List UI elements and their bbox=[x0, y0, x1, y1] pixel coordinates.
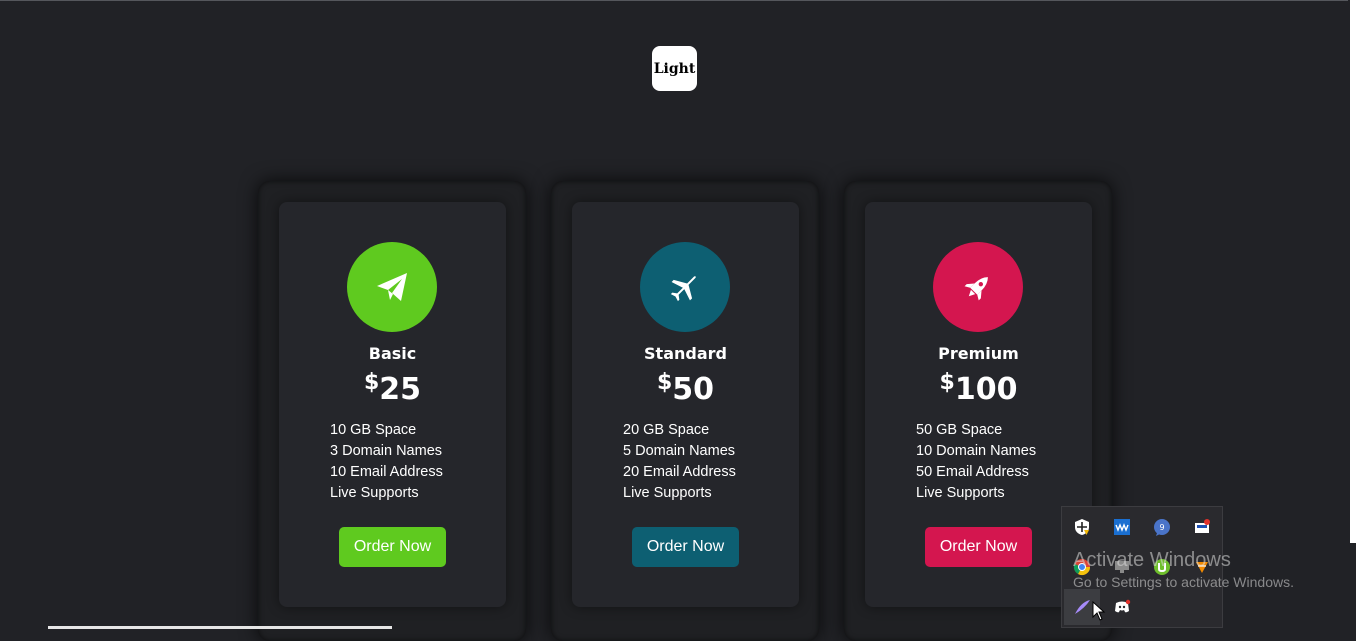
vertical-scrollbar[interactable] bbox=[1348, 0, 1356, 629]
price-amount: 100 bbox=[954, 372, 1018, 407]
chat-badge-count: 9 bbox=[1159, 523, 1164, 532]
order-now-button[interactable]: Order Now bbox=[632, 527, 739, 567]
plan-name: Basic bbox=[368, 344, 417, 363]
feature-list: 10 GB Space 3 Domain Names 10 Email Addr… bbox=[330, 420, 443, 504]
rocket-icon bbox=[964, 277, 988, 301]
feature-list: 20 GB Space 5 Domain Names 20 Email Addr… bbox=[623, 420, 736, 504]
order-now-button[interactable]: Order Now bbox=[339, 527, 446, 567]
plan-icon-badge bbox=[347, 242, 437, 332]
pricing-card-standard: Standard $50 20 GB Space 5 Domain Names … bbox=[551, 181, 819, 641]
airplane-icon bbox=[670, 276, 696, 302]
feature-item: 10 Email Address bbox=[330, 464, 443, 480]
feature-item: 3 Domain Names bbox=[330, 443, 443, 459]
plan-name: Premium bbox=[938, 344, 1019, 363]
paper-plane-icon bbox=[377, 273, 407, 301]
feature-item: 50 Email Address bbox=[916, 464, 1029, 480]
pricing-card-body: Standard $50 20 GB Space 5 Domain Names … bbox=[572, 202, 799, 607]
price-currency: $ bbox=[939, 370, 955, 395]
mouse-cursor-icon bbox=[1092, 601, 1106, 621]
feature-item: 10 GB Space bbox=[330, 422, 417, 438]
price-amount: 25 bbox=[379, 372, 422, 407]
plan-icon-badge bbox=[640, 242, 730, 332]
feature-item: Live Supports bbox=[916, 485, 1005, 501]
feature-item: 20 GB Space bbox=[623, 422, 710, 438]
feature-item: 5 Domain Names bbox=[623, 443, 736, 459]
theme-toggle-button[interactable]: Light bbox=[652, 46, 697, 91]
price-currency: $ bbox=[656, 370, 673, 395]
scrollbar-thumb[interactable] bbox=[1350, 0, 1356, 543]
plan-name: Standard bbox=[644, 344, 727, 363]
plan-price: $50 bbox=[572, 370, 799, 407]
feature-item: Live Supports bbox=[330, 485, 419, 501]
plan-icon-badge bbox=[933, 242, 1023, 332]
window-top-border bbox=[0, 0, 1356, 1]
order-now-button[interactable]: Order Now bbox=[925, 527, 1032, 567]
security-shield-icon[interactable] bbox=[1064, 509, 1100, 545]
activate-windows-title: Activate Windows bbox=[1073, 549, 1231, 571]
plan-price: $25 bbox=[279, 370, 506, 407]
pricing-card-body: Basic $25 10 GB Space 3 Domain Names 10 … bbox=[279, 202, 506, 607]
plan-price: $100 bbox=[865, 370, 1092, 407]
network-monitor-icon[interactable] bbox=[1184, 509, 1220, 545]
waves-app-icon[interactable] bbox=[1104, 509, 1140, 545]
chat-badge-icon[interactable]: 9 bbox=[1144, 509, 1180, 545]
feature-item: 20 Email Address bbox=[623, 464, 736, 480]
pricing-card-body: Premium $100 50 GB Space 10 Domain Names… bbox=[865, 202, 1092, 607]
activate-windows-subtitle: Go to Settings to activate Windows. bbox=[1073, 574, 1294, 590]
discord-icon[interactable] bbox=[1104, 589, 1140, 625]
feature-item: 50 GB Space bbox=[916, 422, 1003, 438]
feature-item: 10 Domain Names bbox=[916, 443, 1037, 459]
feature-item: Live Supports bbox=[623, 485, 712, 501]
feature-list: 50 GB Space 10 Domain Names 50 Email Add… bbox=[916, 420, 1036, 504]
price-amount: 50 bbox=[672, 372, 715, 407]
price-currency: $ bbox=[363, 370, 380, 395]
pricing-card-basic: Basic $25 10 GB Space 3 Domain Names 10 … bbox=[258, 181, 526, 641]
